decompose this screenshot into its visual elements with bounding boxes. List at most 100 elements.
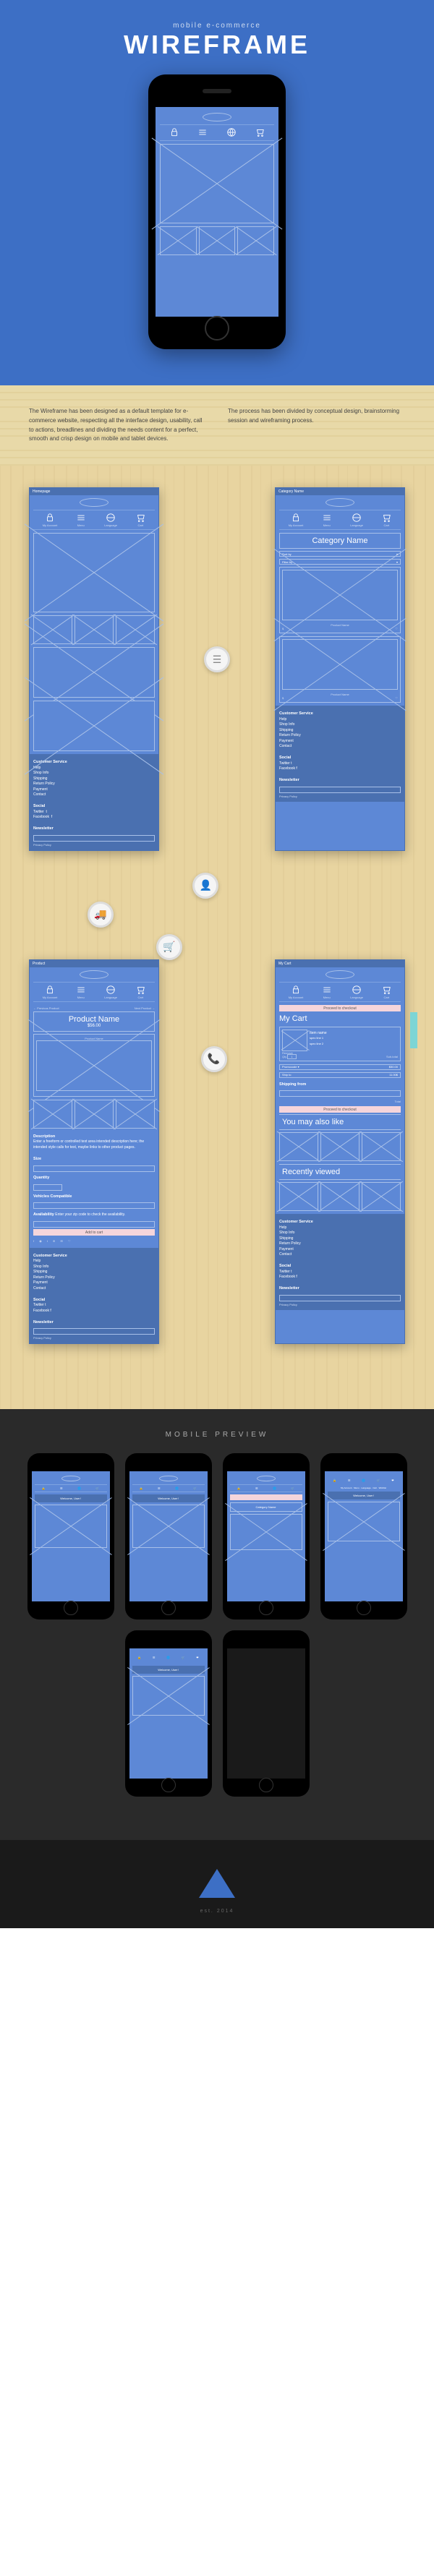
menu-icon <box>197 127 208 138</box>
add-to-cart-button[interactable]: Add to cart <box>33 1229 155 1236</box>
node-cart: 🛒 <box>156 934 182 960</box>
vehicle-select[interactable] <box>33 1202 155 1209</box>
account-nav[interactable]: My Account <box>289 985 304 999</box>
nav-bar: My Account Menu Language Cart <box>33 510 155 530</box>
language-nav[interactable]: Language <box>104 513 117 527</box>
node-user: 👤 <box>192 873 218 899</box>
cart-nav[interactable]: Cart <box>381 985 391 999</box>
preview-phone: 🔒☰🌐🛒 Category Name <box>223 1453 310 1619</box>
recently-viewed-title: Recently viewed <box>279 1164 401 1180</box>
reco-thumb[interactable] <box>279 1132 318 1161</box>
intro-col-2: The process has been divided by conceptu… <box>228 407 405 444</box>
sort-bar[interactable]: Sort by▾ <box>279 551 401 557</box>
intro-section: The Wireframe has been designed as a def… <box>0 385 434 466</box>
frame-homepage: Homepage My Account Menu Language Cart C… <box>29 487 159 851</box>
language-nav[interactable]: Language <box>350 513 363 527</box>
hero-image-placeholder <box>33 533 155 612</box>
account-nav[interactable]: My Account <box>43 513 58 527</box>
newsletter-input[interactable] <box>279 1295 401 1301</box>
qty-input[interactable] <box>33 1184 62 1191</box>
next-product-link[interactable]: Next Product → <box>135 1006 155 1010</box>
phone-screen <box>156 107 278 317</box>
menu-nav[interactable]: Menu <box>322 513 332 527</box>
cart-item-name: Item name <box>310 1031 327 1035</box>
intro-col-1: The Wireframe has been designed as a def… <box>29 407 206 444</box>
preview-phone: 🔒☰🌐🛒❤ Welcome, User! <box>125 1630 212 1797</box>
product-thumb[interactable] <box>33 1100 72 1129</box>
footer-link[interactable]: Shipping <box>33 776 47 781</box>
footer-link[interactable]: Contact <box>33 792 46 797</box>
reco-thumb[interactable] <box>320 1132 359 1161</box>
promo-dropdown[interactable]: Promocode ▾ <box>282 1065 299 1069</box>
footer-link[interactable]: Return Policy <box>33 782 55 786</box>
logo-placeholder <box>203 113 231 121</box>
thumb-placeholder <box>237 226 274 255</box>
footer-link[interactable]: Twitter <box>33 810 44 814</box>
preview-phone <box>223 1630 310 1797</box>
mobile-preview-title: MOBILE PREVIEW <box>14 1431 420 1439</box>
share-icons[interactable]: f ◉ t ⊕ ✉ ♡ <box>33 1237 155 1245</box>
cart-nav[interactable]: Cart <box>381 513 391 527</box>
language-nav[interactable]: Language <box>350 985 363 999</box>
frame-topbar: Homepage <box>30 488 158 495</box>
recent-thumb[interactable] <box>320 1182 359 1211</box>
account-nav[interactable]: My Account <box>289 513 304 527</box>
phone-mockup <box>148 74 286 349</box>
menu-nav[interactable]: Menu <box>76 985 86 999</box>
footer-social-heading: Social <box>33 804 45 808</box>
footer-link[interactable]: Shop Info <box>33 771 48 775</box>
qty-stepper[interactable]: 1 <box>287 1054 296 1059</box>
frame-category: Category Name My Account Menu Language C… <box>275 487 405 851</box>
desc-heading: Description <box>33 1134 55 1139</box>
heart-icon[interactable]: ♡ <box>395 627 398 630</box>
feedback-tab[interactable] <box>410 1012 417 1048</box>
globe-icon <box>226 127 237 138</box>
node-shipping: 🚚 <box>88 902 114 928</box>
footer-link[interactable]: Facebook <box>33 815 49 819</box>
banner-placeholder <box>33 701 155 751</box>
shipping-select[interactable] <box>279 1090 401 1097</box>
welcome-banner: Welcome, User! <box>35 1494 107 1502</box>
footer-link[interactable]: Payment <box>33 787 48 792</box>
prev-product-link[interactable]: ← Previous Product <box>33 1006 59 1010</box>
proceed-checkout-button[interactable]: Proceed to checkout <box>279 1005 401 1011</box>
node-menu: ☰ <box>204 646 230 672</box>
product-price: $56.00 <box>37 1024 151 1028</box>
size-select[interactable] <box>33 1165 155 1172</box>
wireframes-section: Homepage My Account Menu Language Cart C… <box>0 466 434 1409</box>
proceed-checkout-button-2[interactable]: Proceed to checkout <box>279 1106 401 1113</box>
size-heading: Size <box>33 1157 41 1161</box>
recent-thumb[interactable] <box>279 1182 318 1211</box>
nav-bar <box>160 124 274 141</box>
preview-phone: 🔒☰🌐🛒 Welcome, User! <box>125 1453 212 1619</box>
product-image[interactable] <box>282 639 398 690</box>
cart-nav[interactable]: Cart <box>135 513 145 527</box>
image-placeholder <box>160 144 274 223</box>
newsletter-input[interactable] <box>33 1328 155 1335</box>
account-nav[interactable]: My Account <box>43 985 58 999</box>
subtotal-value: $50.00 <box>389 1065 398 1069</box>
newsletter-input[interactable] <box>279 787 401 793</box>
frame-footer: Customer Service Help Shop Info Shipping… <box>30 754 158 850</box>
total-label: Total <box>279 1098 401 1105</box>
menu-icon: ☰ <box>213 654 222 666</box>
product-thumb[interactable] <box>75 1100 114 1129</box>
privacy-link[interactable]: Privacy Policy <box>33 843 155 847</box>
frame-product: Product My Account Menu Language Cart ← … <box>29 959 159 1345</box>
newsletter-input[interactable] <box>33 835 155 842</box>
reco-thumb[interactable] <box>362 1132 401 1161</box>
zip-input[interactable] <box>33 1221 155 1228</box>
footer-est: est. 2014 <box>0 1909 434 1914</box>
language-nav[interactable]: Language <box>104 985 117 999</box>
footer-logo-triangle <box>199 1869 235 1898</box>
cart-nav[interactable]: Cart <box>135 985 145 999</box>
lock-icon <box>169 127 179 138</box>
menu-nav[interactable]: Menu <box>76 513 86 527</box>
cart-item-image <box>282 1030 307 1051</box>
recent-thumb[interactable] <box>362 1182 401 1211</box>
product-thumb[interactable] <box>116 1100 155 1129</box>
hero-section: mobile e-commerce WIREFRAME <box>0 0 434 385</box>
menu-nav[interactable]: Menu <box>322 985 332 999</box>
product-image[interactable] <box>282 570 398 620</box>
heart-icon[interactable]: ♡ <box>395 696 398 700</box>
